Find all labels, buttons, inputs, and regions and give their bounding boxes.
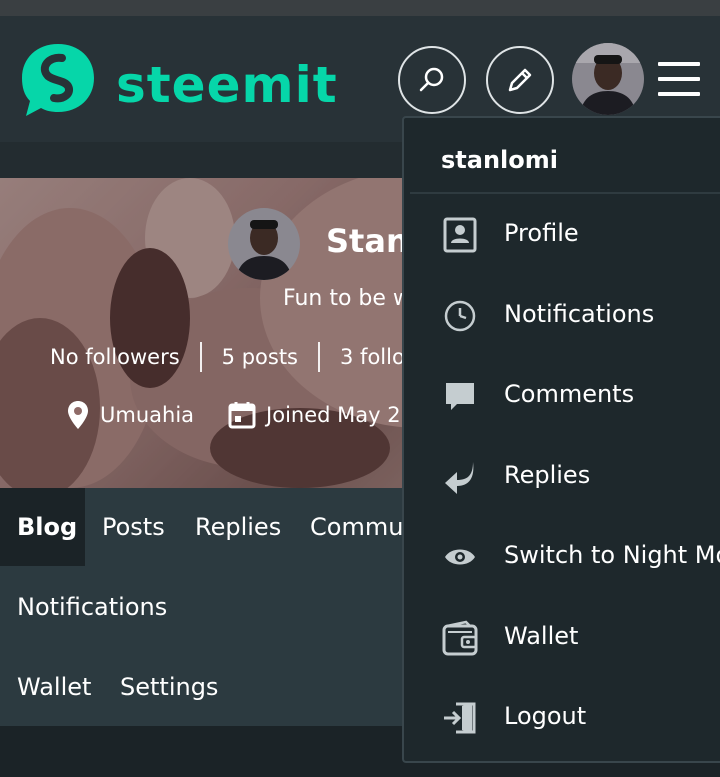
wallet-icon <box>440 618 480 658</box>
steemit-logo-icon[interactable] <box>18 40 98 120</box>
stats-divider <box>199 342 202 372</box>
menu-item-night-mode[interactable]: Switch to Night Mo <box>404 525 720 585</box>
tab-posts[interactable]: Posts <box>102 515 165 539</box>
profile-card-icon <box>440 215 480 255</box>
status-strip <box>0 0 720 16</box>
menu-item-label: Notifications <box>504 300 655 328</box>
hamburger-line <box>658 77 700 81</box>
tab-communities[interactable]: Commu <box>310 515 403 539</box>
avatar <box>572 43 644 115</box>
tab-blog[interactable]: Blog <box>17 515 77 539</box>
create-post-button[interactable] <box>486 46 554 114</box>
profile-about: Fun to be w <box>283 286 411 311</box>
hamburger-menu-icon <box>658 62 700 66</box>
hamburger-line <box>658 92 700 96</box>
profile-avatar <box>228 208 300 280</box>
menu-item-notifications[interactable]: Notifications <box>404 284 720 344</box>
tab-notifications[interactable]: Notifications <box>17 595 167 619</box>
following-count[interactable]: 3 follo <box>340 345 405 369</box>
posts-count: 5 posts <box>221 345 299 369</box>
menu-item-replies[interactable]: Replies <box>404 445 720 505</box>
menu-item-label: Replies <box>504 461 591 489</box>
hamburger-menu-button[interactable] <box>658 62 700 96</box>
profile-stats: No followers 5 posts 3 follo <box>50 342 405 372</box>
tab-settings[interactable]: Settings <box>120 675 218 699</box>
location-pin-icon <box>68 401 88 429</box>
clock-icon <box>440 296 480 336</box>
menu-item-label: Logout <box>504 702 587 730</box>
profile-location: Umuahia <box>100 403 195 427</box>
menu-item-label: Switch to Night Mo <box>504 541 720 569</box>
brand-name[interactable]: steemit <box>116 60 338 110</box>
pencil-icon <box>508 68 532 92</box>
user-dropdown-menu: stanlomi Profile Notifications Comments … <box>402 116 720 763</box>
dropdown-username[interactable]: stanlomi <box>441 146 558 174</box>
dropdown-divider <box>410 192 720 194</box>
search-icon <box>419 67 444 92</box>
menu-item-comments[interactable]: Comments <box>404 364 720 424</box>
search-button[interactable] <box>398 46 466 114</box>
profile-meta: Umuahia Joined May 2 <box>66 400 401 430</box>
followers-count[interactable]: No followers <box>50 345 180 369</box>
logout-icon <box>440 698 480 738</box>
profile-joined: Joined May 2 <box>266 403 401 427</box>
tab-wallet[interactable]: Wallet <box>17 675 91 699</box>
menu-item-wallet[interactable]: Wallet <box>404 606 720 666</box>
stats-divider <box>318 342 321 372</box>
eye-icon <box>440 537 480 577</box>
calendar-icon <box>228 402 256 429</box>
tab-replies[interactable]: Replies <box>195 515 281 539</box>
comment-bubble-icon <box>440 376 480 416</box>
user-avatar-button[interactable] <box>572 43 644 115</box>
menu-item-profile[interactable]: Profile <box>404 203 720 263</box>
reply-arrow-icon <box>440 457 480 497</box>
menu-item-label: Wallet <box>504 622 579 650</box>
menu-item-label: Comments <box>504 380 635 408</box>
menu-item-label: Profile <box>504 219 579 247</box>
menu-item-logout[interactable]: Logout <box>404 686 720 746</box>
